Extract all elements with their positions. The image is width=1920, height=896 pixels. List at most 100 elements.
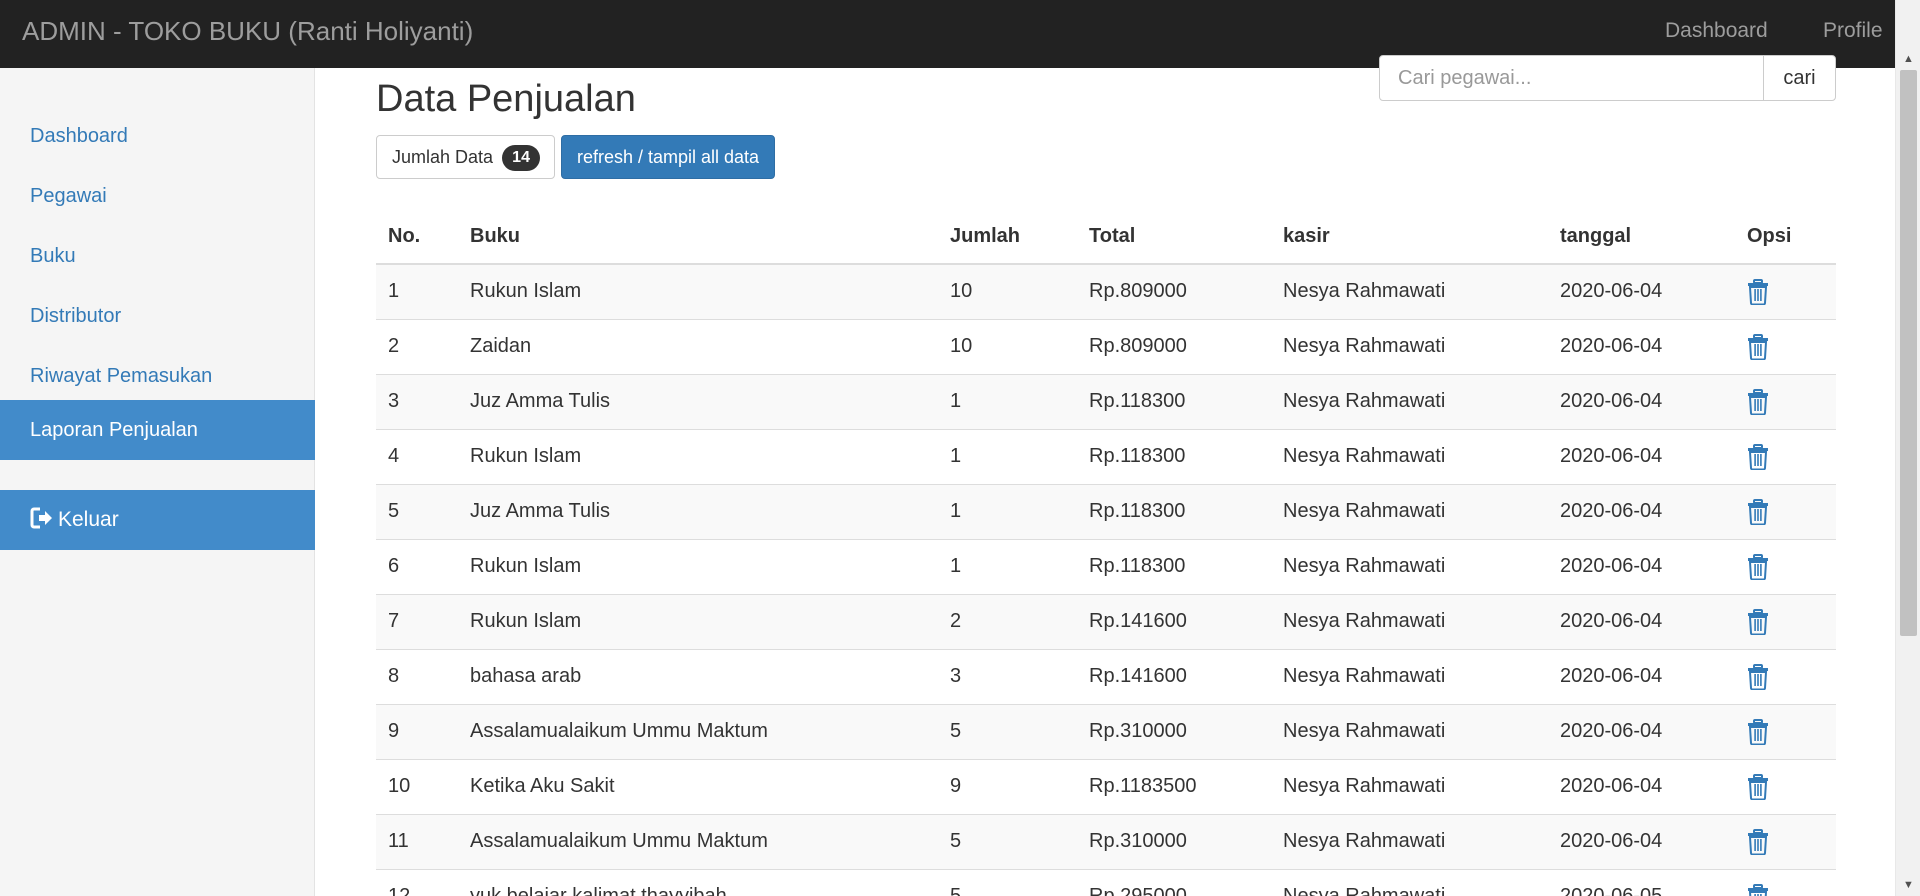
scroll-down-arrow-icon[interactable]: ▼ [1896, 876, 1920, 894]
cell-opsi [1735, 263, 1836, 319]
cell-no: 7 [376, 593, 458, 649]
cell-kasir: Nesya Rahmawati [1271, 758, 1548, 814]
sidebar-item-laporan-penjualan[interactable]: Laporan Penjualan [0, 400, 315, 460]
cell-no: 3 [376, 373, 458, 429]
cell-opsi [1735, 813, 1836, 869]
cell-no: 2 [376, 318, 458, 374]
cell-jumlah: 10 [938, 318, 1077, 374]
cell-buku: Ketika Aku Sakit [458, 758, 938, 814]
cell-buku: Rukun Islam [458, 428, 938, 484]
table-row: 2 Zaidan 10 Rp.809000 Nesya Rahmawati 2020-06… [376, 318, 1836, 374]
search-input[interactable] [1379, 55, 1764, 101]
refresh-button[interactable]: refresh / tampil all data [561, 135, 775, 179]
cell-buku: yuk belajar kalimat thayyibah [458, 868, 938, 896]
trash-icon[interactable] [1747, 333, 1769, 360]
cell-kasir: Nesya Rahmawati [1271, 373, 1548, 429]
cell-jumlah: 1 [938, 373, 1077, 429]
cell-opsi [1735, 428, 1836, 484]
cell-no: 6 [376, 538, 458, 594]
cell-kasir: Nesya Rahmawati [1271, 813, 1548, 869]
trash-icon[interactable] [1747, 443, 1769, 470]
cell-jumlah: 2 [938, 593, 1077, 649]
trash-icon[interactable] [1747, 553, 1769, 580]
header-buku: Buku [458, 209, 938, 265]
cell-total: Rp.141600 [1077, 648, 1271, 704]
brand-title[interactable]: ADMIN - TOKO BUKU (Ranti Holiyanti) [22, 0, 473, 62]
cell-total: Rp.809000 [1077, 263, 1271, 319]
cell-kasir: Nesya Rahmawati [1271, 483, 1548, 539]
data-count-label: Jumlah Data [392, 147, 494, 167]
cell-opsi [1735, 868, 1836, 896]
table-row: 10 Ketika Aku Sakit 9 Rp.1183500 Nesya Rahma… [376, 758, 1836, 814]
sidebar-item-distributor[interactable]: Distributor [0, 286, 315, 346]
sidebar-item-buku[interactable]: Buku [0, 226, 315, 286]
trash-icon[interactable] [1747, 278, 1769, 305]
cell-tanggal: 2020-06-04 [1548, 318, 1735, 374]
cell-opsi [1735, 318, 1836, 374]
cell-kasir: Nesya Rahmawati [1271, 318, 1548, 374]
cell-tanggal: 2020-06-04 [1548, 813, 1735, 869]
trash-icon[interactable] [1747, 828, 1769, 855]
cell-total: Rp.141600 [1077, 593, 1271, 649]
cell-buku: Rukun Islam [458, 538, 938, 594]
cell-jumlah: 5 [938, 868, 1077, 896]
cell-jumlah: 3 [938, 648, 1077, 704]
cell-kasir: Nesya Rahmawati [1271, 703, 1548, 759]
cell-kasir: Nesya Rahmawati [1271, 868, 1548, 896]
cell-total: Rp.118300 [1077, 373, 1271, 429]
cell-opsi [1735, 703, 1836, 759]
cell-buku: Juz Amma Tulis [458, 483, 938, 539]
cell-buku: Rukun Islam [458, 593, 938, 649]
cell-opsi [1735, 483, 1836, 539]
logout-button[interactable]: Keluar [0, 490, 315, 550]
scroll-up-arrow-icon[interactable]: ▲ [1896, 50, 1920, 68]
table-header-row: No. Buku Jumlah Total kasir tanggal Opsi [376, 209, 1836, 265]
page-title: Data Penjualan [376, 78, 636, 120]
table-row: 6 Rukun Islam 1 Rp.118300 Nesya Rahmawati 202… [376, 538, 1836, 594]
trash-icon[interactable] [1747, 883, 1769, 896]
vertical-scrollbar[interactable]: ▲ ▼ [1895, 0, 1920, 896]
cell-total: Rp.118300 [1077, 483, 1271, 539]
cell-buku: Zaidan [458, 318, 938, 374]
trash-icon[interactable] [1747, 608, 1769, 635]
data-count-button[interactable]: Jumlah Data 14 [376, 135, 555, 179]
cell-total: Rp.809000 [1077, 318, 1271, 374]
nav-profile-link[interactable]: Profile [1823, 0, 1883, 62]
cell-tanggal: 2020-06-04 [1548, 593, 1735, 649]
trash-icon[interactable] [1747, 388, 1769, 415]
data-count-badge: 14 [502, 145, 541, 171]
table-row: 1 Rukun Islam 10 Rp.809000 Nesya Rahmawati 20… [376, 263, 1836, 319]
cell-kasir: Nesya Rahmawati [1271, 428, 1548, 484]
logout-label: Keluar [58, 508, 119, 531]
cell-no: 9 [376, 703, 458, 759]
trash-icon[interactable] [1747, 718, 1769, 745]
table-row: 11 Assalamualaikum Ummu Maktum 5 Rp.310000 N… [376, 813, 1836, 869]
trash-icon[interactable] [1747, 773, 1769, 800]
cell-tanggal: 2020-06-04 [1548, 428, 1735, 484]
trash-icon[interactable] [1747, 663, 1769, 690]
cell-opsi [1735, 373, 1836, 429]
sidebar-item-dashboard[interactable]: Dashboard [0, 106, 315, 166]
header-no: No. [376, 209, 458, 265]
cell-buku: Juz Amma Tulis [458, 373, 938, 429]
cell-tanggal: 2020-06-04 [1548, 648, 1735, 704]
cell-jumlah: 9 [938, 758, 1077, 814]
cell-total: Rp.295000 [1077, 868, 1271, 896]
sidebar-item-pegawai[interactable]: Pegawai [0, 166, 315, 226]
cell-tanggal: 2020-06-05 [1548, 868, 1735, 896]
header-jumlah: Jumlah [938, 209, 1077, 265]
header-kasir: kasir [1271, 209, 1548, 265]
nav-dashboard-link[interactable]: Dashboard [1665, 0, 1768, 62]
cell-opsi [1735, 648, 1836, 704]
sidebar-item-riwayat-pemasukan[interactable]: Riwayat Pemasukan [0, 346, 315, 406]
cell-buku: Assalamualaikum Ummu Maktum [458, 813, 938, 869]
cell-tanggal: 2020-06-04 [1548, 538, 1735, 594]
search-button[interactable]: cari [1763, 55, 1836, 101]
cell-buku: bahasa arab [458, 648, 938, 704]
table-row: 12yuk belajar kalimat thayyibah5Rp.29500… [376, 868, 1836, 896]
cell-kasir: Nesya Rahmawati [1271, 648, 1548, 704]
cell-total: Rp.1183500 [1077, 758, 1271, 814]
trash-icon[interactable] [1747, 498, 1769, 525]
cell-tanggal: 2020-06-04 [1548, 758, 1735, 814]
scroll-thumb[interactable] [1900, 70, 1917, 636]
